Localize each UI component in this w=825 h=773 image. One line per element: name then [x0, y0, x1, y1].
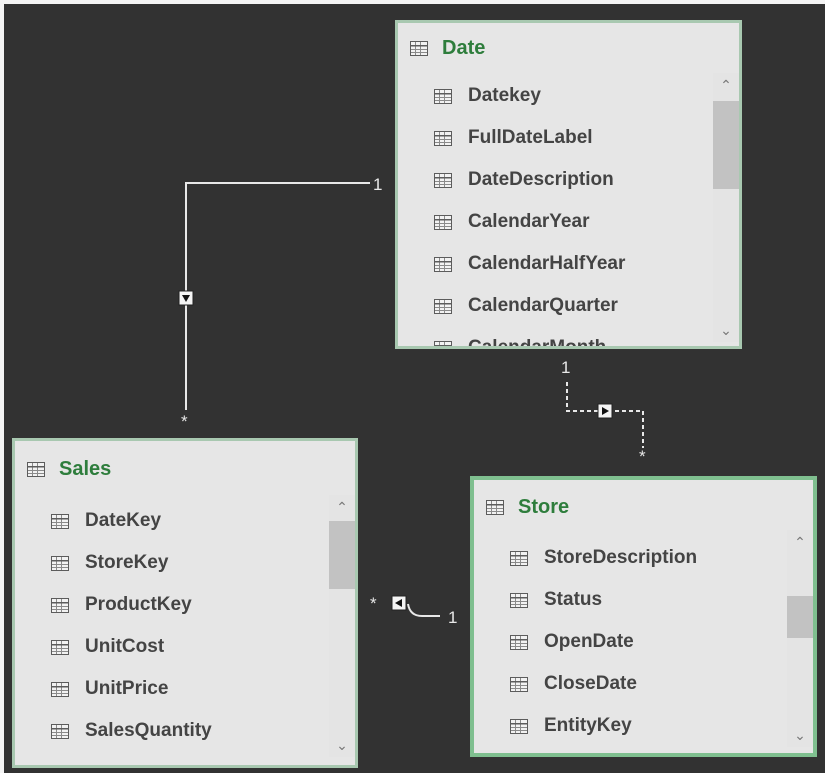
field-name: CalendarHalfYear [468, 253, 626, 274]
column-icon [51, 555, 69, 571]
chevron-down-icon[interactable]: ⌄ [329, 733, 355, 757]
scroll-thumb[interactable] [787, 596, 813, 638]
field-item[interactable]: Datekey [434, 75, 711, 117]
field-name: SalesQuantity [85, 720, 212, 741]
scroll-thumb[interactable] [713, 101, 739, 189]
field-item[interactable]: StoreKey [51, 542, 327, 584]
table-title: Store [518, 495, 570, 518]
field-item[interactable]: SalesQuantity [51, 710, 327, 752]
table-card-store[interactable]: Store StoreDescription Status OpenDate C… [470, 476, 817, 757]
field-name: CloseDate [544, 673, 637, 694]
field-name: DateKey [85, 510, 162, 531]
table-header[interactable]: Store [486, 480, 813, 534]
column-icon [51, 681, 69, 697]
field-name: CalendarQuarter [468, 295, 618, 316]
field-name: CalendarMonth [468, 337, 607, 349]
field-name: UnitPrice [85, 678, 169, 699]
scroll-thumb[interactable] [329, 521, 355, 589]
field-item[interactable]: FullDateLabel [434, 117, 711, 159]
field-item[interactable]: CalendarMonth [434, 327, 711, 349]
table-icon [410, 40, 428, 56]
field-name: OpenDate [544, 631, 634, 652]
filter-arrow-icon [391, 595, 407, 611]
field-item[interactable]: UnitPrice [51, 668, 327, 710]
column-icon [434, 88, 452, 104]
table-icon [486, 499, 504, 515]
relationship-line-store-sales [407, 603, 440, 617]
filter-arrow-icon [597, 403, 613, 419]
cardinality-one-label: 1 [448, 608, 458, 627]
column-icon [510, 718, 528, 734]
table-title: Sales [59, 457, 112, 480]
field-item[interactable]: ProductKey [51, 584, 327, 626]
chevron-up-icon[interactable]: ⌃ [787, 530, 813, 554]
chevron-down-icon[interactable]: ⌄ [713, 318, 739, 342]
column-icon [434, 130, 452, 146]
cardinality-one-label: 1 [373, 175, 383, 194]
column-icon [434, 256, 452, 272]
field-name: EntityKey [544, 715, 632, 736]
table-header[interactable]: Sales [27, 441, 355, 497]
chevron-down-icon[interactable]: ⌄ [787, 723, 813, 747]
field-item[interactable]: CalendarQuarter [434, 285, 711, 327]
field-name: UnitCost [85, 636, 165, 657]
column-icon [434, 340, 452, 346]
column-icon [510, 676, 528, 692]
field-item[interactable]: CloseDate [510, 663, 785, 705]
field-name: ProductKey [85, 594, 192, 615]
column-icon [51, 639, 69, 655]
table-icon [27, 461, 45, 477]
field-name: Status [544, 589, 603, 610]
scrollbar[interactable]: ⌃ ⌄ [713, 73, 739, 342]
column-icon [434, 214, 452, 230]
field-name: StoreDescription [544, 547, 698, 568]
table-title: Date [442, 36, 486, 59]
field-name: DateDescription [468, 169, 614, 190]
field-item[interactable]: EntityKey [510, 705, 785, 747]
field-list: StoreDescription Status OpenDate CloseDa… [510, 537, 785, 753]
column-icon [510, 634, 528, 650]
field-name: StoreKey [85, 552, 169, 573]
column-icon [434, 172, 452, 188]
table-card-sales[interactable]: Sales DateKey StoreKey ProductKey UnitCo… [12, 438, 358, 768]
scrollbar[interactable]: ⌃ ⌄ [329, 495, 355, 757]
field-item[interactable]: Status [510, 579, 785, 621]
chevron-up-icon[interactable]: ⌃ [713, 73, 739, 97]
field-name: FullDateLabel [468, 127, 593, 148]
filter-arrow-icon [178, 290, 194, 306]
field-name: CalendarYear [468, 211, 590, 232]
column-icon [434, 298, 452, 314]
column-icon [51, 513, 69, 529]
scrollbar[interactable]: ⌃ ⌄ [787, 530, 813, 747]
relationship-line-date-sales [185, 182, 370, 410]
cardinality-many-label: * [181, 412, 188, 431]
chevron-up-icon[interactable]: ⌃ [329, 495, 355, 519]
field-item[interactable]: CalendarYear [434, 201, 711, 243]
field-item[interactable]: DateDescription [434, 159, 711, 201]
field-item[interactable]: OpenDate [510, 621, 785, 663]
table-header[interactable]: Date [410, 23, 739, 73]
field-list: DateKey StoreKey ProductKey UnitCost Uni… [51, 500, 327, 765]
column-icon [51, 723, 69, 739]
field-item[interactable]: CalendarHalfYear [434, 243, 711, 285]
field-item[interactable]: UnitCost [51, 626, 327, 668]
cardinality-many-label: * [639, 447, 646, 466]
field-item[interactable]: StoreDescription [510, 537, 785, 579]
table-card-date[interactable]: Date Datekey FullDateLabel DateDescripti… [395, 20, 742, 349]
field-list: Datekey FullDateLabel DateDescription Ca… [434, 75, 711, 349]
column-icon [51, 597, 69, 613]
column-icon [510, 550, 528, 566]
cardinality-one-label: 1 [561, 358, 571, 377]
field-item[interactable]: DateKey [51, 500, 327, 542]
cardinality-many-label: * [370, 594, 377, 613]
field-name: Datekey [468, 85, 541, 106]
column-icon [510, 592, 528, 608]
